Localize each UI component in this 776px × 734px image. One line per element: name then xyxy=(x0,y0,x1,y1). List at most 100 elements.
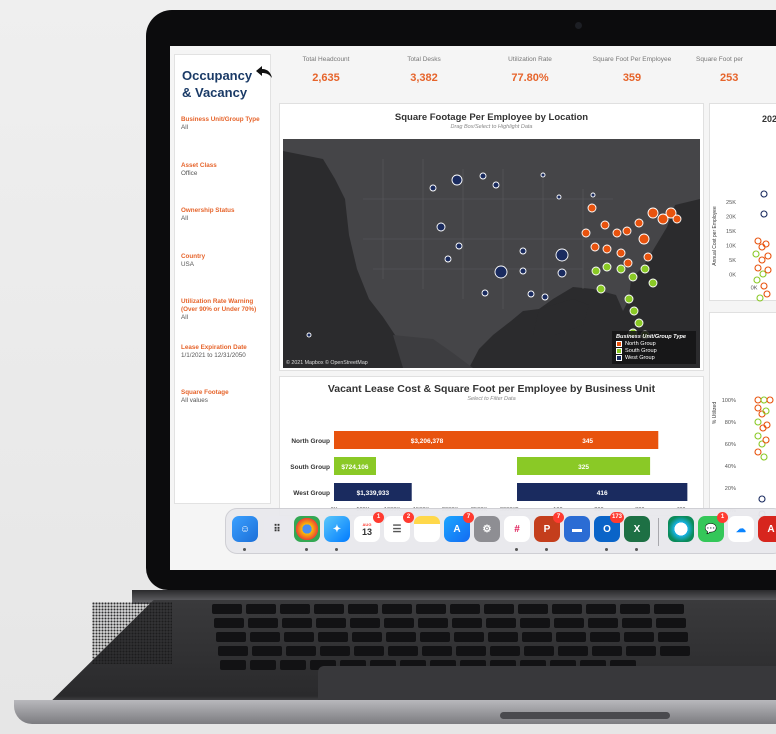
location-marker[interactable] xyxy=(527,290,535,298)
scatter-point[interactable] xyxy=(754,264,762,272)
location-marker[interactable] xyxy=(519,247,527,255)
keyboard-key[interactable] xyxy=(316,618,346,628)
keyboard-key[interactable] xyxy=(314,604,344,614)
back-arrow-icon[interactable] xyxy=(255,65,273,79)
filter-square-footage[interactable]: Square Footage All values xyxy=(181,389,271,405)
keyboard-key[interactable] xyxy=(320,646,350,656)
keyboard-key[interactable] xyxy=(488,632,518,642)
system-preferences-icon[interactable]: ⚙ xyxy=(474,516,500,542)
keyboard-key[interactable] xyxy=(252,646,282,656)
filter-business-unit[interactable]: Business Unit/Group Type All xyxy=(181,116,271,132)
keyboard-key[interactable] xyxy=(486,618,516,628)
keyboard-key[interactable] xyxy=(286,646,316,656)
launchpad-icon[interactable]: ⠿ xyxy=(264,516,290,542)
location-marker[interactable] xyxy=(628,272,638,282)
location-marker[interactable] xyxy=(648,278,658,288)
keyboard-key[interactable] xyxy=(592,646,622,656)
location-marker[interactable] xyxy=(638,233,650,245)
filter-asset-class[interactable]: Asset Class Office xyxy=(181,162,271,178)
location-marker[interactable] xyxy=(640,264,650,274)
keyboard-key[interactable] xyxy=(624,632,654,642)
legend-item-north[interactable]: North Group xyxy=(616,341,692,347)
keyboard-key[interactable] xyxy=(216,632,246,642)
location-marker[interactable] xyxy=(600,220,610,230)
keyboard-key[interactable] xyxy=(284,632,314,642)
scatter-point[interactable] xyxy=(754,404,762,412)
scatter-point[interactable] xyxy=(756,294,764,302)
keyboard-key[interactable] xyxy=(590,632,620,642)
keyboard-key[interactable] xyxy=(354,646,384,656)
keyboard-key[interactable] xyxy=(422,646,452,656)
app-store-icon[interactable]: A7 xyxy=(444,512,474,542)
keyboard-key[interactable] xyxy=(620,604,650,614)
location-marker[interactable] xyxy=(591,266,601,276)
keyboard-key[interactable] xyxy=(388,646,418,656)
keyboard-key[interactable] xyxy=(250,660,276,670)
notes-icon[interactable] xyxy=(414,516,440,542)
scatter-point[interactable] xyxy=(754,432,762,440)
scatter-point[interactable] xyxy=(764,252,772,260)
keyboard-key[interactable] xyxy=(626,646,656,656)
messages-icon[interactable]: 💬 1 xyxy=(698,512,728,542)
filter-lease-expiration[interactable]: Lease Expiration Date 1/1/2021 to 12/31/… xyxy=(181,344,271,360)
keyboard-key[interactable] xyxy=(248,618,278,628)
keyboard-key[interactable] xyxy=(456,646,486,656)
scatter-point[interactable] xyxy=(760,453,768,461)
keyboard-key[interactable] xyxy=(656,618,686,628)
keyboard-key[interactable] xyxy=(220,660,246,670)
scatter-point[interactable] xyxy=(754,448,762,456)
location-marker[interactable] xyxy=(596,284,606,294)
location-marker[interactable] xyxy=(629,306,639,316)
keynote-icon[interactable]: ▬ xyxy=(564,516,590,542)
scatter-point[interactable] xyxy=(760,210,768,218)
location-marker[interactable] xyxy=(623,258,633,268)
keyboard-key[interactable] xyxy=(386,632,416,642)
keyboard-key[interactable] xyxy=(654,604,684,614)
scatter-point[interactable] xyxy=(762,240,770,248)
location-marker[interactable] xyxy=(602,262,612,272)
map-attribution[interactable]: © 2021 Mapbox © OpenStreetMap xyxy=(286,360,368,366)
location-marker[interactable] xyxy=(634,318,644,328)
scatter-point[interactable] xyxy=(762,407,770,415)
utilization-scatter-canvas[interactable]: % Utilized100%80%60%40%20%0%0K xyxy=(710,313,776,517)
keyboard-key[interactable] xyxy=(490,646,520,656)
keyboard-key[interactable] xyxy=(416,604,446,614)
keyboard-key[interactable] xyxy=(218,646,248,656)
keyboard-key[interactable] xyxy=(484,604,514,614)
scatter-point[interactable] xyxy=(753,276,761,284)
slack-icon[interactable]: # xyxy=(504,516,530,542)
filter-utilization-warning[interactable]: Utilization Rate Warning (Over 90% or Un… xyxy=(181,298,271,322)
scatter-point[interactable] xyxy=(760,396,768,404)
chrome-icon[interactable] xyxy=(294,516,320,542)
location-marker[interactable] xyxy=(634,218,644,228)
keyboard-key[interactable] xyxy=(524,646,554,656)
keyboard-key[interactable] xyxy=(554,618,584,628)
calendar-icon[interactable]: AUG 13 1 xyxy=(354,512,384,542)
location-marker[interactable] xyxy=(494,265,508,279)
location-marker[interactable] xyxy=(429,184,437,192)
circle-app-icon[interactable] xyxy=(668,516,694,542)
outlook-icon[interactable]: O 173 xyxy=(594,512,624,542)
scatter-point[interactable] xyxy=(758,256,766,264)
cost-scatter-canvas[interactable]: Annual Cost per Employee 25K 20K 15K 10K 5K 0K… xyxy=(710,104,776,302)
scatter-point[interactable] xyxy=(760,282,768,290)
keyboard-key[interactable] xyxy=(420,632,450,642)
cloud-icon[interactable]: ☁ xyxy=(728,516,754,542)
keyboard-key[interactable] xyxy=(250,632,280,642)
keyboard-key[interactable] xyxy=(658,632,688,642)
location-marker[interactable] xyxy=(444,255,452,263)
keyboard-key[interactable] xyxy=(352,632,382,642)
location-marker[interactable] xyxy=(479,172,487,180)
scatter-point[interactable] xyxy=(758,410,766,418)
location-marker[interactable] xyxy=(306,332,312,338)
keyboard-key[interactable] xyxy=(350,618,380,628)
keyboard-key[interactable] xyxy=(522,632,552,642)
location-marker[interactable] xyxy=(616,248,626,258)
location-marker[interactable] xyxy=(581,228,591,238)
keyboard-key[interactable] xyxy=(558,646,588,656)
keyboard-key[interactable] xyxy=(384,618,414,628)
location-marker[interactable] xyxy=(481,289,489,297)
keyboard-key[interactable] xyxy=(418,618,448,628)
location-marker[interactable] xyxy=(622,226,632,236)
filter-ownership-status[interactable]: Ownership Status All xyxy=(181,207,271,223)
